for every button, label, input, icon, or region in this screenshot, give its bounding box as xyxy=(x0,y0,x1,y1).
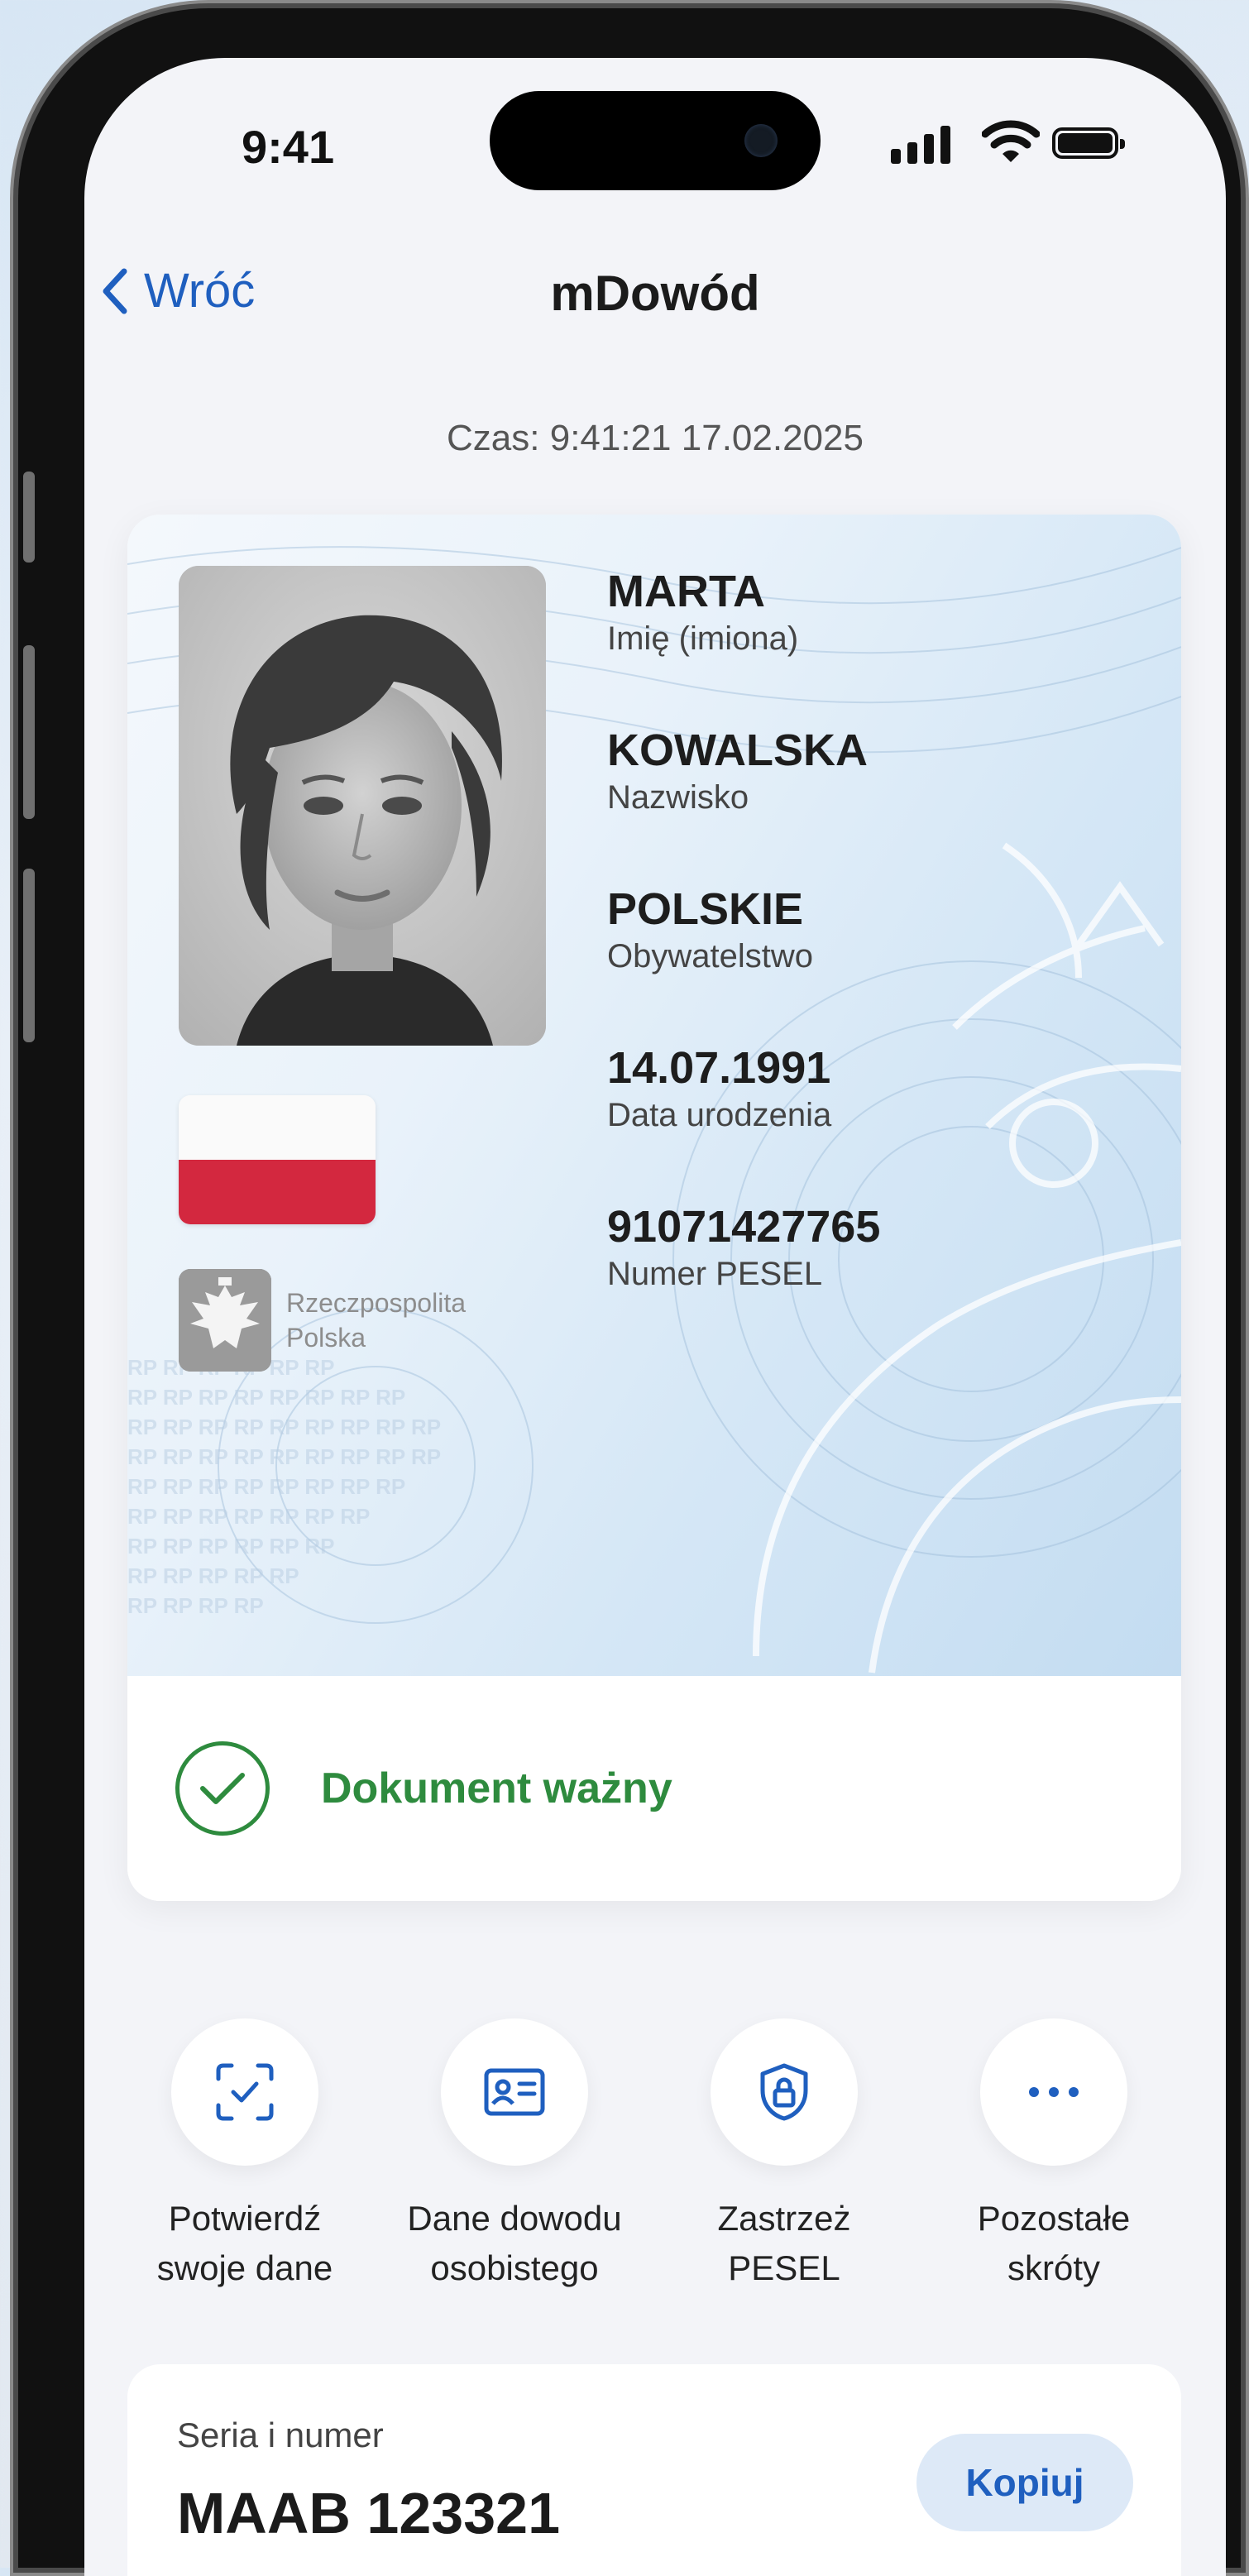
document-number-label: Seria i numer xyxy=(177,2416,384,2454)
first-name-label: Imię (imiona) xyxy=(607,620,799,657)
shortcut-pesel-line2: PESEL xyxy=(728,2248,840,2287)
emblem-text-line2: Polska xyxy=(286,1323,366,1353)
national-emblem: Rzeczpospolita Polska xyxy=(179,1269,466,1372)
volume-up-button xyxy=(23,645,35,819)
volume-down-button xyxy=(23,869,35,1042)
dynamic-island xyxy=(490,91,821,190)
camera-icon xyxy=(744,124,778,157)
more-icon xyxy=(1029,2087,1079,2097)
field-first-name: MARTA Imię (imiona) xyxy=(607,566,798,660)
copy-button[interactable]: Kopiuj xyxy=(916,2434,1133,2531)
shortcut-confirm-line2: swoje dane xyxy=(156,2248,333,2287)
mute-switch xyxy=(23,472,35,563)
holder-photo xyxy=(179,566,546,1046)
screen: 9:41 Wróć mDowód Czas: 9:41:21 17.02.202… xyxy=(84,58,1226,2576)
birth-date-value: 14.07.1991 xyxy=(607,1043,831,1093)
polish-flag xyxy=(179,1095,376,1224)
svg-text:RP RP RP RP RP RP RP RP: RP RP RP RP RP RP RP RP xyxy=(127,1385,405,1410)
shortcut-id-line1: Dane dowodu xyxy=(407,2199,622,2238)
status-text: Dokument ważny xyxy=(321,1764,672,1812)
svg-text:RP RP RP RP RP RP RP RP RP: RP RP RP RP RP RP RP RP RP xyxy=(127,1415,441,1439)
page-title: mDowód xyxy=(550,266,760,321)
shortcut-pesel-line1: Zastrzeż xyxy=(717,2199,851,2238)
svg-text:RP RP RP RP RP RP RP: RP RP RP RP RP RP RP xyxy=(127,1504,370,1529)
id-card-icon xyxy=(484,2068,545,2116)
emblem-text-line1: Rzeczpospolita xyxy=(286,1288,466,1318)
svg-text:RP RP RP RP RP: RP RP RP RP RP xyxy=(127,1563,299,1588)
document-number-card: Seria i numer MAAB 123321 Kopiuj xyxy=(127,2364,1181,2576)
shortcut-id-data[interactable]: Dane dowodu osobistego xyxy=(390,2018,639,2293)
field-citizenship: POLSKIE Obywatelstwo xyxy=(607,883,813,978)
first-name-value: MARTA xyxy=(607,567,765,616)
signal-icon xyxy=(891,124,950,164)
birth-date-label: Data urodzenia xyxy=(607,1097,832,1133)
shortcut-more[interactable]: Pozostałe skróty xyxy=(930,2018,1178,2293)
svg-text:RP RP RP RP RP RP: RP RP RP RP RP RP xyxy=(127,1534,334,1559)
svg-text:RP RP RP RP RP RP RP RP: RP RP RP RP RP RP RP RP xyxy=(127,1474,405,1499)
eagle-emblem-icon xyxy=(179,1269,271,1372)
shortcut-more-line1: Pozostałe xyxy=(977,2199,1131,2238)
shortcut-confirm-line1: Potwierdź xyxy=(168,2199,322,2238)
check-time: Czas: 9:41:21 17.02.2025 xyxy=(447,418,864,458)
pesel-label: Numer PESEL xyxy=(607,1256,823,1292)
field-birth-date: 14.07.1991 Data urodzenia xyxy=(607,1042,831,1137)
status-time: 9:41 xyxy=(242,121,335,173)
wifi-icon xyxy=(981,119,1041,170)
shortcut-confirm-data[interactable]: Potwierdź swoje dane xyxy=(121,2018,369,2293)
field-pesel: 91071427765 Numer PESEL xyxy=(607,1201,880,1295)
svg-text:RP RP RP RP RP RP RP RP RP: RP RP RP RP RP RP RP RP RP xyxy=(127,1444,441,1469)
surname-label: Nazwisko xyxy=(607,779,749,816)
battery-icon xyxy=(1052,127,1125,159)
phone-frame: 9:41 Wróć mDowód Czas: 9:41:21 17.02.202… xyxy=(18,8,1241,2576)
scan-check-icon xyxy=(216,2063,274,2121)
pesel-value: 91071427765 xyxy=(607,1202,881,1252)
svg-text:RP RP RP RP: RP RP RP RP xyxy=(127,1593,264,1618)
shortcut-more-line2: skróty xyxy=(1007,2248,1100,2287)
id-card: RP RP RP RP RP RP RP RP RP RP RP RP RP R… xyxy=(127,515,1181,1901)
citizenship-label: Obywatelstwo xyxy=(607,938,813,974)
shortcut-restrict-pesel[interactable]: Zastrzeż PESEL xyxy=(660,2018,908,2293)
document-number-value: MAAB 123321 xyxy=(177,2481,560,2545)
surname-value: KOWALSKA xyxy=(607,725,868,775)
shortcut-id-line2: osobistego xyxy=(430,2248,599,2287)
check-circle-icon xyxy=(175,1741,270,1836)
field-surname: KOWALSKA Nazwisko xyxy=(607,725,868,819)
citizenship-value: POLSKIE xyxy=(607,884,804,934)
shield-lock-icon xyxy=(760,2063,808,2121)
document-status: Dokument ważny xyxy=(127,1676,1181,1901)
